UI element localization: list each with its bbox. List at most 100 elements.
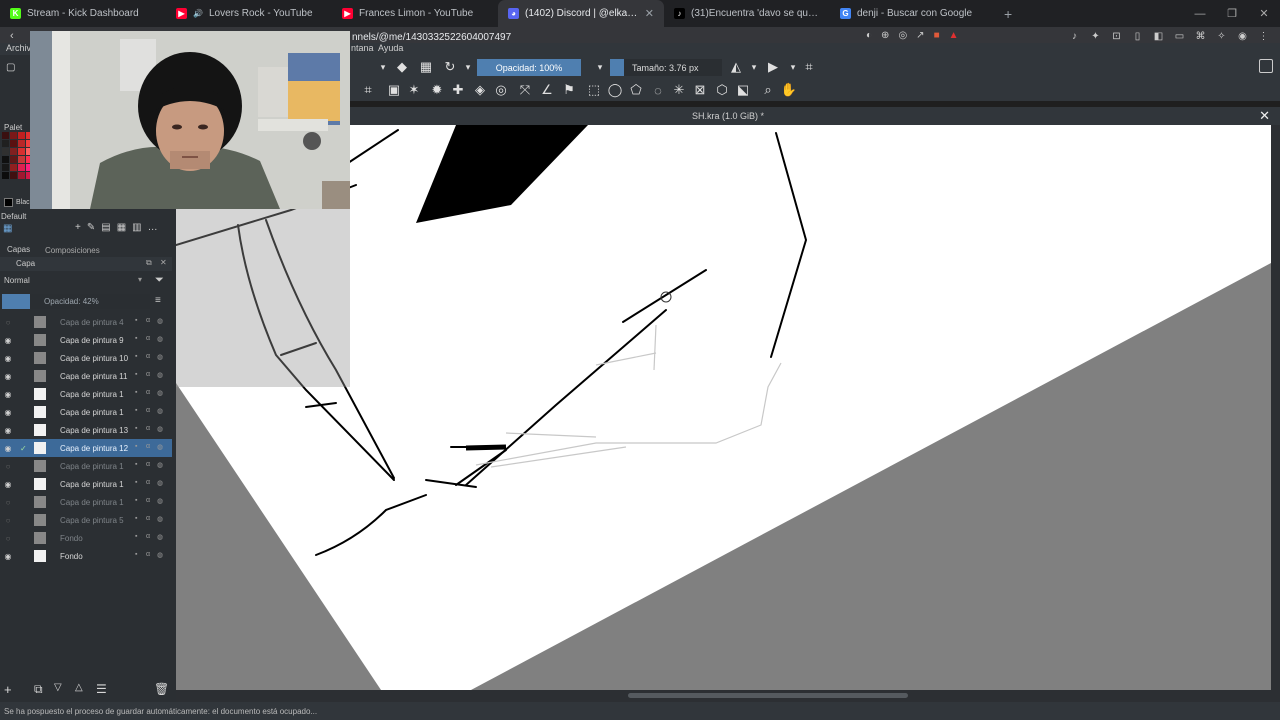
vertical-scrollbar[interactable] [1271,125,1280,690]
lock-icon[interactable]: ▪ [135,479,143,488]
magnetic-select-icon[interactable]: ⬕ [735,82,751,98]
opacity-dropdown-icon[interactable]: ▾ [592,59,608,75]
lock-icon[interactable]: ▪ [135,407,143,416]
visibility-eye-icon[interactable]: ◉ [3,444,13,453]
bookmark-icon[interactable]: ▯ [1131,30,1144,43]
layer-row[interactable]: ◉ Capa de pintura 1 ▪ α ◍ [0,385,172,403]
incognito-icon[interactable]: ◐ [866,30,872,41]
alpha-icon[interactable]: α [146,335,154,344]
delete-layer-icon[interactable]: 🗑 [154,682,169,696]
layer-row[interactable]: ◉ Capa de pintura 1 ▪ α ◍ [0,475,172,493]
audio-playing-icon[interactable]: 🔊 [193,9,203,18]
tab-capas[interactable]: Capas [7,245,30,254]
close-window-icon[interactable]: ✕ [1248,0,1280,27]
visibility-eye-icon[interactable]: ◉ [3,408,13,417]
inherit-alpha-icon[interactable]: ◍ [157,515,165,524]
magic-wand-icon[interactable]: ✳ [671,82,687,98]
bezier-select-icon[interactable]: ⬡ [714,82,730,98]
inherit-alpha-icon[interactable]: ◍ [157,317,165,326]
lock-icon[interactable]: ▪ [135,353,143,362]
alpha-icon[interactable]: α [146,551,154,560]
rect-select-icon[interactable]: ⬚ [586,82,602,98]
horizontal-scrollbar-thumb[interactable] [628,693,908,698]
colorize-icon[interactable]: ✚ [450,82,466,98]
screen-share-icon[interactable]: ◎ [898,30,907,41]
freehand-select-icon[interactable]: ◌ [650,82,666,98]
menu-icon[interactable]: ⋮ [1257,30,1270,43]
restore-icon[interactable]: ❐ [1216,0,1248,27]
color-palette[interactable] [2,132,33,192]
new-tab-button[interactable]: + [996,6,1020,22]
fill-icon[interactable]: ◈ [472,82,488,98]
lock-icon[interactable]: ▪ [135,335,143,344]
opacity-slider[interactable]: Opacidad: 100% [477,59,581,76]
inherit-alpha-icon[interactable]: ◍ [157,551,165,560]
inherit-alpha-icon[interactable]: ◍ [157,497,165,506]
layer-row[interactable]: ◉ Capa de pintura 11 ▪ α ◍ [0,367,172,385]
mirror-horizontal-icon[interactable]: ◭ [728,59,744,75]
visibility-eye-icon[interactable]: ○ [3,534,13,543]
inherit-alpha-icon[interactable]: ◍ [157,533,165,542]
wrap-icon[interactable]: ▶ [765,59,781,75]
layer-row[interactable]: ◉ Capa de pintura 1 ▪ α ◍ [0,403,172,421]
palette-grid-icon[interactable]: ▦ [3,223,14,234]
alpha-icon[interactable]: α [146,407,154,416]
lock-icon[interactable]: ▪ [135,389,143,398]
pan-tool-icon[interactable]: ✋ [781,82,797,98]
add-layer-icon[interactable]: + [4,682,12,697]
browser-tab[interactable]: ◕ (1402) Discord | @elkanekypt ✕ [498,0,664,27]
multibrush-icon[interactable]: ✶ [406,82,422,98]
alpha-icon[interactable]: α [146,353,154,362]
visibility-eye-icon[interactable]: ◉ [3,372,13,381]
alpha-icon[interactable]: α [146,389,154,398]
zoom-tool-icon[interactable]: ⌕ [760,82,776,98]
browser-tab[interactable]: ♪ (31)Encuentra 'davo se quiere vestir d [664,0,830,27]
inherit-alpha-icon[interactable]: ◍ [157,371,165,380]
transform-icon[interactable]: ⤧ [517,82,533,98]
layer-options-icon[interactable]: ☰ [96,682,107,696]
alpha-icon[interactable]: α [146,317,154,326]
smart-patch-icon[interactable]: ✹ [429,82,445,98]
visibility-eye-icon[interactable]: ◉ [3,390,13,399]
docker-toggle-icon[interactable] [1259,59,1273,73]
inherit-alpha-icon[interactable]: ◍ [157,479,165,488]
profile-icon[interactable]: ◉ [1236,30,1249,43]
enclose-fill-icon[interactable]: ◎ [493,82,509,98]
lock-icon[interactable]: ▪ [135,371,143,380]
layer-row[interactable]: ◉ Capa de pintura 10 ▪ α ◍ [0,349,172,367]
address-url[interactable]: nnels/@me/1430332522604007497 [352,32,511,43]
visibility-eye-icon[interactable]: ○ [3,498,13,507]
lock-icon[interactable]: ▪ [135,533,143,542]
visibility-eye-icon[interactable]: ◉ [3,480,13,489]
layer-row[interactable]: ○ Capa de pintura 1 ▪ α ◍ [0,457,172,475]
brave-shield-icon[interactable]: ▲ [949,30,959,41]
layer-row[interactable]: ◉ ✓ Capa de pintura 12 ▪ α ◍ [0,439,172,457]
grid-icon[interactable]: ▦ [117,222,126,233]
inherit-alpha-icon[interactable]: ◍ [157,461,165,470]
zoom-icon[interactable]: ⊕ [881,30,889,41]
visibility-eye-icon[interactable]: ◉ [3,552,13,561]
browser-tab[interactable]: K Stream - Kick Dashboard [0,0,166,27]
filter-icon[interactable]: ⏷ [155,274,164,287]
preset-dropdown-icon[interactable]: ▾ [460,59,476,75]
alpha-icon[interactable]: α [146,515,154,524]
menu-ventana[interactable]: ntana [351,43,374,53]
lock-icon[interactable]: ▪ [135,497,143,506]
alpha-icon[interactable]: α [146,497,154,506]
inherit-alpha-icon[interactable]: ◍ [157,335,165,344]
alpha-icon[interactable]: α [146,371,154,380]
visibility-eye-icon[interactable]: ◉ [3,426,13,435]
sidebar-icon[interactable]: ◧ [1152,30,1165,43]
more-icon[interactable]: … [148,222,158,233]
horizontal-scrollbar[interactable] [176,690,1280,702]
new-document-icon[interactable]: ▢ [6,62,15,73]
dropdown-arrow-icon[interactable]: ▾ [375,59,391,75]
alpha-icon[interactable]: α [146,479,154,488]
reload-preset-icon[interactable]: ↻ [442,59,458,75]
alpha-lock-icon[interactable]: ▦ [418,59,434,75]
size-slider[interactable]: Tamaño: 3.76 px [610,59,722,76]
alpha-icon[interactable]: α [146,461,154,470]
inherit-alpha-icon[interactable]: ◍ [157,425,165,434]
layer-opacity-slider[interactable]: Opacidad: 42% [2,294,150,309]
edit-icon[interactable]: ✎ [87,222,95,233]
